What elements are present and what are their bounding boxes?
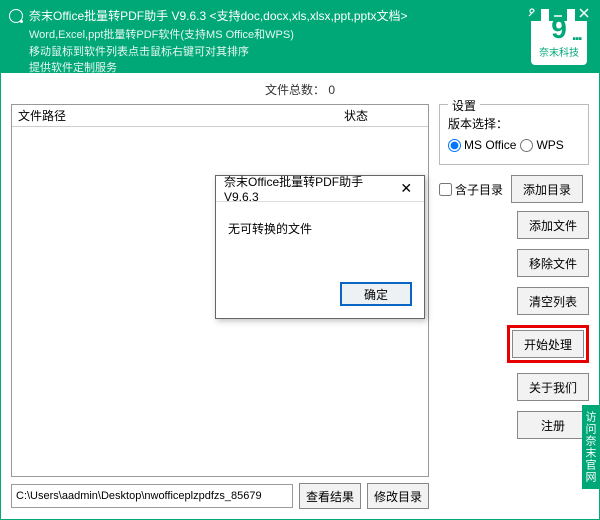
title-line2: Word,Excel,ppt批量转PDF软件(支持MS Office和WPS) xyxy=(29,27,531,44)
dialog-footer: 确定 xyxy=(216,282,424,318)
title-line3: 移动鼠标到软件列表点击鼠标右键可对其排序 xyxy=(29,44,531,61)
add-dir-button[interactable]: 添加目录 xyxy=(511,175,583,203)
output-path-input[interactable] xyxy=(11,484,293,508)
message-dialog: 奈末Office批量转PDF助手V9.6.3 ✕ 无可转换的文件 确定 xyxy=(215,175,425,319)
include-subdir-input[interactable] xyxy=(439,183,452,196)
include-subdir-label: 含子目录 xyxy=(455,181,503,198)
app-logo-icon xyxy=(9,9,23,23)
radio-msoffice[interactable]: MS Office xyxy=(448,138,516,152)
start-highlight: 开始处理 xyxy=(507,325,589,363)
file-total-value: 0 xyxy=(328,83,335,97)
radio-wps-input[interactable] xyxy=(520,139,533,152)
include-subdir-checkbox[interactable]: 含子目录 xyxy=(439,181,503,198)
version-label: 版本选择： xyxy=(448,115,580,132)
radio-msoffice-input[interactable] xyxy=(448,139,461,152)
list-header: 文件路径 状态 xyxy=(12,105,428,127)
subdir-row: 含子目录 添加目录 xyxy=(439,175,589,203)
settings-legend: 设置 xyxy=(448,97,480,114)
dialog-titlebar: 奈末Office批量转PDF助手V9.6.3 ✕ xyxy=(216,176,424,202)
close-icon xyxy=(578,7,590,19)
about-button[interactable]: 关于我们 xyxy=(517,373,589,401)
radio-wps-label: WPS xyxy=(536,138,563,152)
start-button[interactable]: 开始处理 xyxy=(512,330,584,358)
settings-button[interactable] xyxy=(523,5,541,21)
close-icon: ✕ xyxy=(400,180,412,196)
col-path-header[interactable]: 文件路径 xyxy=(12,107,338,124)
modify-dir-button[interactable]: 修改目录 xyxy=(367,483,429,509)
register-button[interactable]: 注册 xyxy=(517,411,589,439)
window-controls xyxy=(523,5,593,21)
settings-group: 设置 版本选择： MS Office WPS xyxy=(439,104,589,165)
view-result-button[interactable]: 查看结果 xyxy=(299,483,361,509)
minimize-button[interactable] xyxy=(549,5,567,21)
dialog-body: 无可转换的文件 xyxy=(216,202,424,282)
dialog-title-text: 奈末Office批量转PDF助手V9.6.3 xyxy=(224,173,394,204)
visit-site-tab[interactable]: 访问奈末官网 xyxy=(582,405,600,489)
side-buttons: 添加文件 移除文件 清空列表 开始处理 关于我们 注册 xyxy=(439,211,589,439)
file-total-label: 文件总数： xyxy=(265,83,325,97)
output-path-row: 查看结果 修改目录 xyxy=(11,483,429,509)
add-file-button[interactable]: 添加文件 xyxy=(517,211,589,239)
file-total-row: 文件总数： 0 xyxy=(11,81,589,98)
clear-list-button[interactable]: 清空列表 xyxy=(517,287,589,315)
dialog-close-button[interactable]: ✕ xyxy=(394,179,418,199)
brand-label: 奈末科技 xyxy=(539,44,579,59)
col-status-header[interactable]: 状态 xyxy=(338,107,428,124)
radio-wps[interactable]: WPS xyxy=(520,138,563,152)
dialog-message: 无可转换的文件 xyxy=(228,222,312,236)
close-button[interactable] xyxy=(575,5,593,21)
title-texts: 奈末Office批量转PDF助手 V9.6.3 <支持doc,docx,xls,… xyxy=(29,7,531,77)
version-radio-row: MS Office WPS xyxy=(448,138,580,152)
titlebar: 奈末Office批量转PDF助手 V9.6.3 <支持doc,docx,xls,… xyxy=(1,1,599,73)
radio-msoffice-label: MS Office xyxy=(464,138,516,152)
title-line1: 奈末Office批量转PDF助手 V9.6.3 <支持doc,docx,xls,… xyxy=(29,7,531,25)
dialog-ok-button[interactable]: 确定 xyxy=(340,282,412,306)
remove-file-button[interactable]: 移除文件 xyxy=(517,249,589,277)
minimize-icon xyxy=(552,7,564,19)
wrench-icon xyxy=(526,7,538,19)
right-column: 设置 版本选择： MS Office WPS xyxy=(439,104,589,509)
